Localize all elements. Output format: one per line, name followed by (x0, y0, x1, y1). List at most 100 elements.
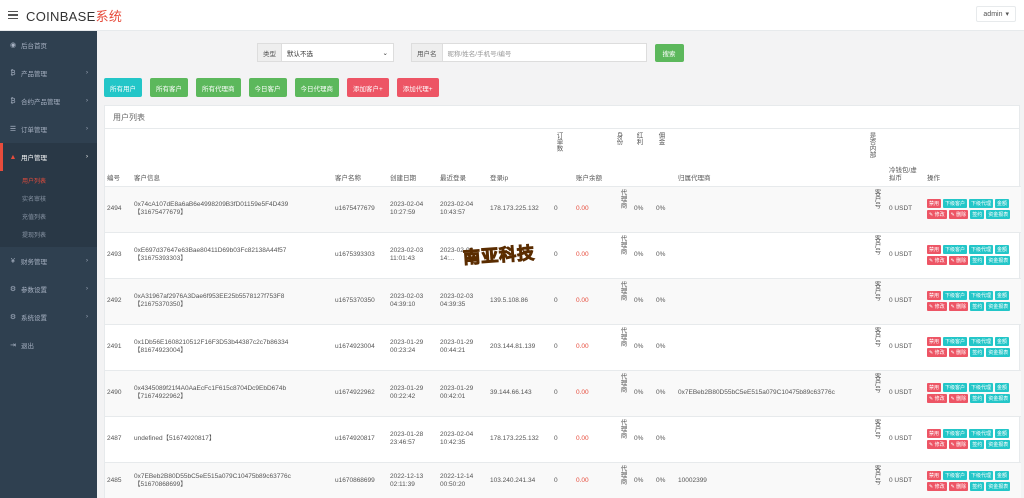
customer-info: 0xE697d37647e63Bae80411D69b03Fc82138A44f… (132, 232, 333, 279)
op-button[interactable]: 禁用 (927, 291, 942, 300)
op-button[interactable]: 签约 (970, 256, 985, 265)
last-login: 2022-12-14 00:50:20 (438, 462, 488, 498)
op-button[interactable]: 下级客户 (943, 245, 968, 254)
table-cell: 10002399 (676, 462, 865, 498)
sidebar-item-0[interactable]: ◉ 后台首页 (0, 31, 97, 59)
op-button[interactable]: 禁用 (927, 199, 942, 208)
op-button[interactable]: 金额 (995, 245, 1010, 254)
op-button[interactable]: 资金报表 (986, 440, 1011, 449)
op-button[interactable]: ✎ 修改 (927, 394, 947, 403)
op-button[interactable]: 签约 (970, 440, 985, 449)
op-button[interactable]: ✎ 删除 (948, 256, 969, 265)
op-button[interactable]: 资金报表 (986, 302, 1011, 311)
op-button[interactable]: ✎ 修改 (927, 210, 947, 219)
table-row: 2491 0x1Db56E1608210512F16F3D53b44387c2c7… (105, 324, 1021, 371)
op-button[interactable]: 禁用 (927, 337, 942, 346)
sidebar-item-3[interactable]: ☰ 订单管理 › (0, 115, 97, 143)
sidebar: ◉ 后台首页 ₿ 产品管理 › ₿ 合约产品管理 › ☰ 订单管理 › ▲ 用户管理 › 用户列表 实名审核充… (0, 31, 97, 498)
quick-filter-button[interactable]: 所有用户 (104, 78, 142, 97)
op-button[interactable]: 金额 (995, 383, 1010, 392)
op-button[interactable]: ✎ 删除 (948, 348, 969, 357)
sidebar-subitem-1[interactable]: 实名审核 (0, 189, 97, 207)
op-button[interactable]: 下级代理 (969, 429, 994, 438)
op-button[interactable]: 下级客户 (943, 291, 968, 300)
op-button[interactable]: ✎ 修改 (927, 256, 947, 265)
op-button[interactable]: ✎ 删除 (948, 440, 969, 449)
menu-toggle-icon[interactable] (8, 9, 18, 22)
op-button[interactable]: 禁用 (927, 429, 942, 438)
sidebar-subitem-2[interactable]: 充值列表 (0, 207, 97, 225)
sidebar-item-5[interactable]: ¥ 财务管理 › (0, 247, 97, 275)
op-button[interactable]: ✎ 删除 (948, 210, 969, 219)
op-button[interactable]: 下级客户 (943, 429, 968, 438)
op-button[interactable]: 签约 (970, 210, 985, 219)
sidebar-item-8[interactable]: ⇥ 退出 (0, 331, 97, 359)
op-button[interactable]: ✎ 删除 (948, 394, 969, 403)
op-button[interactable]: ✎ 修改 (927, 348, 947, 357)
sidebar-item-1[interactable]: ₿ 产品管理 › (0, 59, 97, 87)
op-button[interactable]: 下级客户 (943, 383, 968, 392)
table-cell: 0 (552, 232, 574, 279)
quick-filter-button[interactable]: 今日代理商 (294, 78, 339, 97)
sidebar-item-6[interactable]: ⚙ 参数设置 › (0, 275, 97, 303)
chevron-right-icon: › (86, 70, 88, 76)
user-search-input[interactable]: 昵称/姓名/手机号/编号 (442, 43, 647, 62)
user-menu[interactable]: admin ▾ (976, 6, 1016, 22)
op-button[interactable]: 禁用 (927, 383, 942, 392)
table-cell: 0% (654, 416, 676, 463)
op-button[interactable]: 金额 (995, 291, 1010, 300)
op-button[interactable]: 禁用 (927, 245, 942, 254)
op-button[interactable]: 下级代理 (969, 337, 994, 346)
type-label: 类型 (257, 43, 282, 62)
op-button[interactable]: 签约 (970, 482, 985, 491)
op-button[interactable]: ✎ 删除 (948, 482, 969, 491)
op-button[interactable]: 禁用 (927, 471, 942, 480)
sidebar-item-2[interactable]: ₿ 合约产品管理 › (0, 87, 97, 115)
quick-filter-button[interactable]: 添加代理+ (396, 78, 439, 97)
sidebar-subitem-0[interactable]: 用户列表 (0, 171, 97, 189)
quick-filter-button[interactable]: 所有代理商 (196, 78, 241, 97)
op-button[interactable]: ✎ 修改 (927, 440, 947, 449)
internal-flag: 客户号 (865, 232, 887, 279)
op-button[interactable]: 金额 (995, 337, 1010, 346)
op-button[interactable]: 签约 (970, 394, 985, 403)
op-button[interactable]: 资金报表 (986, 394, 1011, 403)
op-button[interactable]: 资金报表 (986, 348, 1011, 357)
op-button[interactable]: ✎ 修改 (927, 302, 947, 311)
table-cell: 2494 (105, 186, 132, 233)
op-button[interactable]: 下级客户 (943, 471, 968, 480)
table-cell: 0 (552, 416, 574, 463)
op-button[interactable]: ✎ 修改 (927, 482, 947, 491)
table-cell: 0 USDT (887, 370, 925, 417)
gear-icon: ⚙ (9, 286, 17, 293)
op-button[interactable]: 资金报表 (986, 256, 1011, 265)
op-button[interactable]: 资金报表 (986, 482, 1011, 491)
op-button[interactable]: 下级代理 (969, 199, 994, 208)
sidebar-item-4[interactable]: ▲ 用户管理 › (0, 143, 97, 171)
sidebar-item-label: 参数设置 (21, 287, 47, 294)
op-button[interactable]: 下级代理 (969, 245, 994, 254)
op-button[interactable]: 下级代理 (969, 291, 994, 300)
op-button[interactable]: 下级代理 (969, 383, 994, 392)
op-button[interactable]: 签约 (970, 348, 985, 357)
search-button[interactable]: 搜索 (654, 43, 684, 62)
quick-filter-button[interactable]: 添加客户+ (347, 78, 389, 97)
op-button[interactable]: 金额 (995, 471, 1010, 480)
chevron-right-icon: › (86, 286, 88, 292)
op-button[interactable]: 签约 (970, 302, 985, 311)
op-button[interactable]: 金额 (995, 429, 1010, 438)
quick-filter-button[interactable]: 所有客户 (150, 78, 188, 97)
op-button[interactable]: 下级客户 (943, 337, 968, 346)
op-button[interactable]: ✎ 删除 (948, 302, 969, 311)
sidebar-item-7[interactable]: ⚙ 系统设置 › (0, 303, 97, 331)
quick-filter-button[interactable]: 今日客户 (248, 78, 287, 97)
sidebar-item-label: 退出 (21, 343, 34, 350)
type-select[interactable]: 默认不选 ⌄ (282, 43, 394, 62)
op-button[interactable]: 资金报表 (986, 210, 1011, 219)
column-header: 登录ip (488, 129, 552, 187)
op-button[interactable]: 下级代理 (969, 471, 994, 480)
op-button[interactable]: 金额 (995, 199, 1010, 208)
sidebar-subitem-3[interactable]: 提现列表 (0, 225, 97, 243)
table-cell: u1674922962 (333, 370, 388, 417)
op-button[interactable]: 下级客户 (943, 199, 968, 208)
